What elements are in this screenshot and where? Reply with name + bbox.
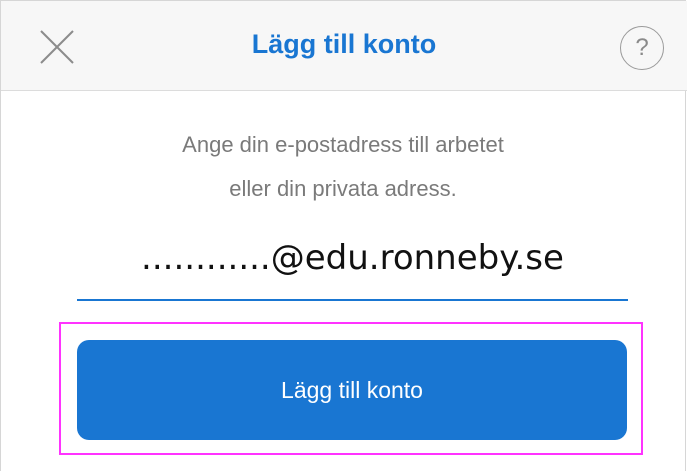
instruction-line-2: eller din privata adress. xyxy=(229,176,457,201)
help-button[interactable]: ? xyxy=(620,26,664,70)
dialog-frame: Lägg till konto ? Ange din e-postadress … xyxy=(0,0,687,471)
instruction-text: Ange din e-postadress till arbetet eller… xyxy=(1,123,685,211)
page-title: Lägg till konto xyxy=(251,29,437,59)
add-account-button[interactable]: Lägg till konto xyxy=(77,340,627,440)
help-icon: ? xyxy=(635,34,649,61)
header-bar: Lägg till konto ? xyxy=(1,1,687,91)
email-field[interactable]: ............@edu.ronneby.se xyxy=(77,229,628,301)
instruction-line-1: Ange din e-postadress till arbetet xyxy=(182,132,504,157)
